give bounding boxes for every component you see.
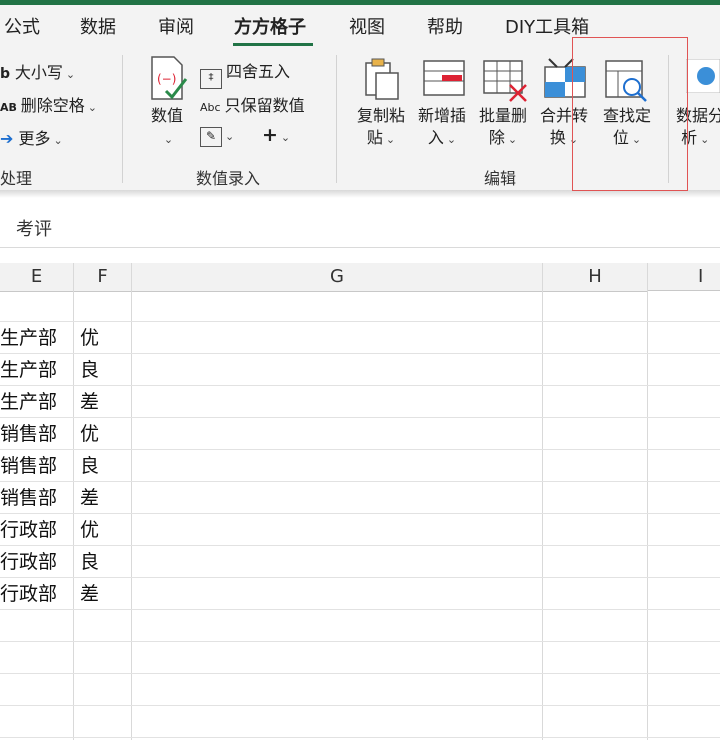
group-label-text: 处理	[0, 169, 33, 188]
remove-space-button[interactable]: AB 删除空格 ⌄	[0, 92, 97, 116]
grid-line	[0, 609, 720, 610]
grid-line	[0, 481, 720, 482]
arrow-right-icon: ➔	[0, 129, 19, 148]
cell-e[interactable]: 销售部	[0, 418, 57, 450]
add-button[interactable]: + ⌄	[262, 124, 290, 146]
find-locate-highlight-box	[572, 37, 688, 191]
tab-fangfang[interactable]: 方方格子	[234, 13, 306, 39]
tab-review[interactable]: 审阅	[158, 13, 194, 39]
grid-line	[0, 673, 720, 674]
cell-e[interactable]: 行政部	[0, 578, 57, 610]
cell-f[interactable]: 良	[80, 354, 99, 386]
pencil-icon: ✎	[200, 127, 222, 147]
grid-line	[0, 417, 720, 418]
tab-view[interactable]: 视图	[349, 13, 385, 39]
grid-line	[542, 263, 543, 740]
grid-line	[0, 641, 720, 642]
tab-formulas[interactable]: 公式	[4, 13, 40, 39]
copy-paste-button[interactable]: 复制粘贴 ⌄	[351, 105, 411, 151]
cell-f[interactable]: 差	[80, 578, 99, 610]
batch-delete-button[interactable]: 批量删除 ⌄	[473, 105, 533, 151]
column-header-f[interactable]: F	[74, 263, 131, 292]
grid-line	[0, 577, 720, 578]
formula-bar[interactable]: 考评	[0, 205, 720, 248]
grid-line	[647, 263, 648, 740]
remove-space-icon: AB	[0, 101, 21, 114]
grid-line	[0, 385, 720, 386]
case-button[interactable]: b 大小写 ⌄	[0, 59, 75, 83]
cell-e[interactable]: 生产部	[0, 386, 57, 418]
column-header-i[interactable]: I	[648, 263, 720, 291]
ribbon-shadow	[0, 190, 720, 198]
group-separator	[336, 55, 337, 183]
grid-line	[0, 513, 720, 514]
svg-text:(−): (−)	[157, 72, 176, 86]
edit-dropdown-button[interactable]: ✎ ⌄	[200, 125, 234, 147]
cell-f[interactable]: 差	[80, 386, 99, 418]
keep-value-button[interactable]: Abc 只保留数值	[200, 92, 305, 116]
batch-delete-icon	[483, 60, 527, 102]
cell-e[interactable]: 销售部	[0, 450, 57, 482]
cell-e[interactable]: 生产部	[0, 354, 57, 386]
formula-bar-content: 考评	[16, 219, 52, 240]
cell-e[interactable]: 生产部	[0, 322, 57, 354]
round-icon: ‡	[200, 69, 222, 89]
active-tab-indicator	[233, 43, 313, 46]
grid-line	[0, 353, 720, 354]
insert-button[interactable]: 新增插入 ⌄	[412, 105, 472, 151]
more-button[interactable]: ➔ 更多 ⌄	[0, 125, 63, 149]
plus-icon: +	[262, 124, 278, 146]
cell-e[interactable]: 行政部	[0, 546, 57, 578]
cell-f[interactable]: 优	[80, 418, 99, 450]
cell-f[interactable]: 差	[80, 482, 99, 514]
cell-e[interactable]: 行政部	[0, 514, 57, 546]
grid-line	[73, 263, 74, 740]
column-header-h[interactable]: H	[543, 263, 647, 292]
value-button[interactable]: 数值 ⌄	[137, 105, 197, 151]
tab-diy-toolbox[interactable]: DIY工具箱	[505, 13, 589, 39]
grid-line	[0, 321, 720, 322]
column-header-g[interactable]: G	[132, 263, 542, 292]
cell-f[interactable]: 优	[80, 514, 99, 546]
cell-f[interactable]: 良	[80, 450, 99, 482]
grid-line	[0, 737, 720, 738]
group-separator	[122, 55, 123, 183]
group-label-edit: 编辑	[484, 169, 517, 188]
insert-icon	[423, 60, 465, 96]
tab-help[interactable]: 帮助	[427, 13, 463, 39]
cell-f[interactable]: 优	[80, 322, 99, 354]
round-button[interactable]: ‡ 四舍五入	[200, 58, 290, 89]
cell-f[interactable]: 良	[80, 546, 99, 578]
grid-line	[0, 705, 720, 706]
data-analysis-icon	[686, 59, 720, 93]
value-icon: (−)	[151, 56, 188, 100]
case-icon: b	[0, 66, 15, 82]
group-label-number-entry: 数值录入	[196, 169, 261, 188]
clipboard-icon	[365, 58, 399, 100]
grid-line	[131, 263, 132, 740]
grid-line	[0, 449, 720, 450]
tab-data[interactable]: 数据	[80, 13, 116, 39]
column-header-e[interactable]: E	[0, 263, 73, 292]
abc-icon: Abc	[200, 101, 221, 114]
cell-e[interactable]: 销售部	[0, 482, 57, 514]
grid-line	[0, 545, 720, 546]
